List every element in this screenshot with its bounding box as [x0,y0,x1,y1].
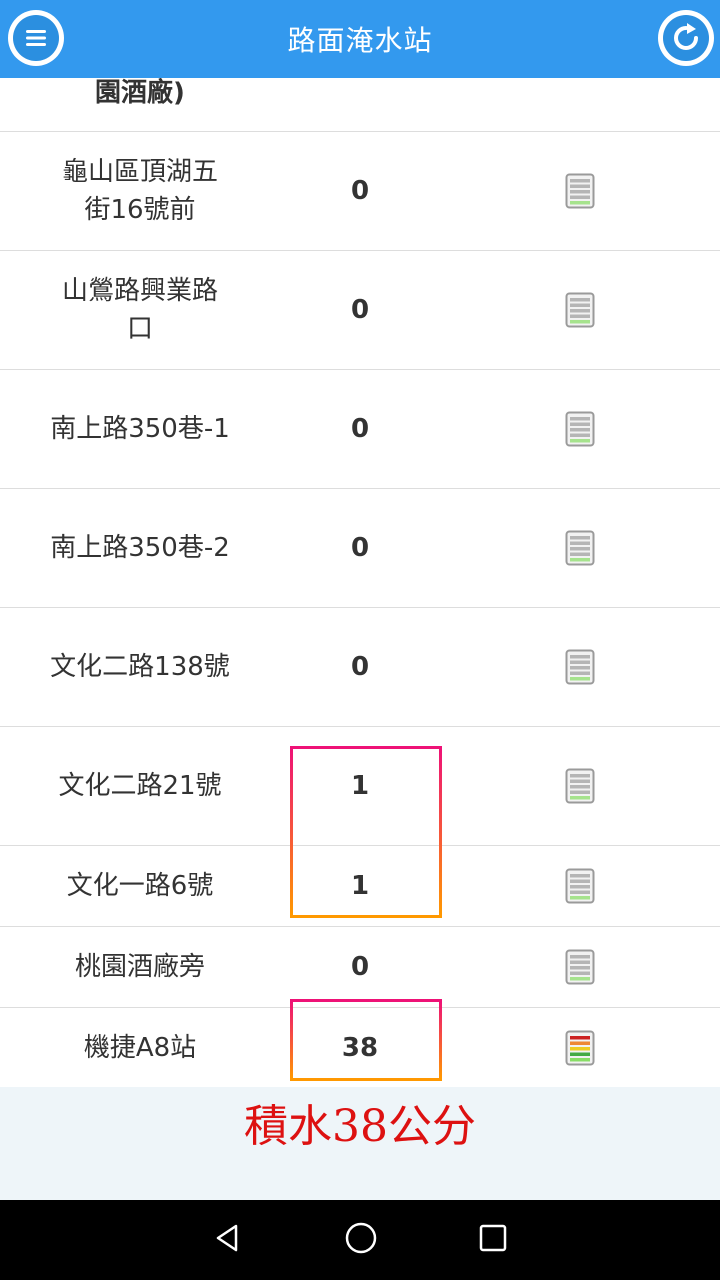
water-level-gauge-icon[interactable] [440,173,720,209]
water-level-gauge-icon[interactable] [440,1030,720,1066]
system-nav-bar [0,1200,720,1280]
station-name: 龜山區頂湖五街16號前 [61,157,218,225]
gauge-graphic [565,411,595,447]
highlight-box [290,746,442,918]
back-icon[interactable] [212,1222,244,1258]
station-name: 文化一路6號 [66,871,214,901]
station-name: 山鶯路興業路口 [61,276,218,344]
menu-button[interactable] [8,10,64,66]
station-name: 南上路350巷-2 [50,533,230,563]
gauge-graphic [565,649,595,685]
app-bar: 路面淹水站 [0,0,720,78]
water-level-gauge-icon[interactable] [440,530,720,566]
water-depth-value: 0 [350,414,370,444]
water-level-gauge-icon[interactable] [440,649,720,685]
page-title: 路面淹水站 [287,24,433,57]
water-level-gauge-icon[interactable] [440,768,720,804]
highlight-box [290,999,442,1081]
recents-icon[interactable] [478,1223,508,1257]
water-depth-value: 0 [350,533,370,563]
table-row[interactable]: 龜山區頂湖五街16號前 0 [0,132,720,251]
station-name: 園酒廠) [95,78,185,108]
water-level-gauge-icon[interactable] [440,949,720,985]
gauge-graphic [565,1030,595,1066]
gauge-graphic [565,530,595,566]
refresh-button[interactable] [658,10,714,66]
table-row[interactable]: 南上路350巷-1 0 [0,370,720,489]
water-depth-value: 0 [350,652,370,682]
depth-annotation: 積水38公分 [244,1101,476,1152]
station-name: 文化二路21號 [58,771,222,801]
gauge-graphic [565,173,595,209]
water-depth-value: 0 [350,295,370,325]
station-name: 文化二路138號 [50,652,230,682]
table-row[interactable]: 南上路350巷-2 0 [0,489,720,608]
gauge-graphic [565,949,595,985]
refresh-icon [663,15,709,61]
table-row[interactable]: 山鶯路興業路口 0 [0,251,720,370]
water-level-gauge-icon[interactable] [440,292,720,328]
gauge-graphic [565,868,595,904]
table-row[interactable]: 桃園酒廠旁 0 [0,927,720,1008]
water-depth-value: 0 [350,176,370,206]
station-name: 機捷A8站 [83,1033,197,1063]
station-list[interactable]: 園酒廠) 龜山區頂湖五街16號前 0 山鶯路興業路口 0 南上路350巷-1 0 南上路35… [0,78,720,1089]
water-level-gauge-icon[interactable] [440,411,720,447]
gauge-graphic [565,768,595,804]
table-row[interactable]: 文化二路138號 0 [0,608,720,727]
water-level-gauge-icon[interactable] [440,868,720,904]
water-depth-value: 0 [350,952,370,982]
station-name: 桃園酒廠旁 [74,952,205,982]
home-icon[interactable] [344,1221,378,1259]
gauge-graphic [565,292,595,328]
list-item[interactable]: 園酒廠) [0,78,720,132]
menu-icon [13,15,59,61]
station-name: 南上路350巷-1 [50,414,230,444]
